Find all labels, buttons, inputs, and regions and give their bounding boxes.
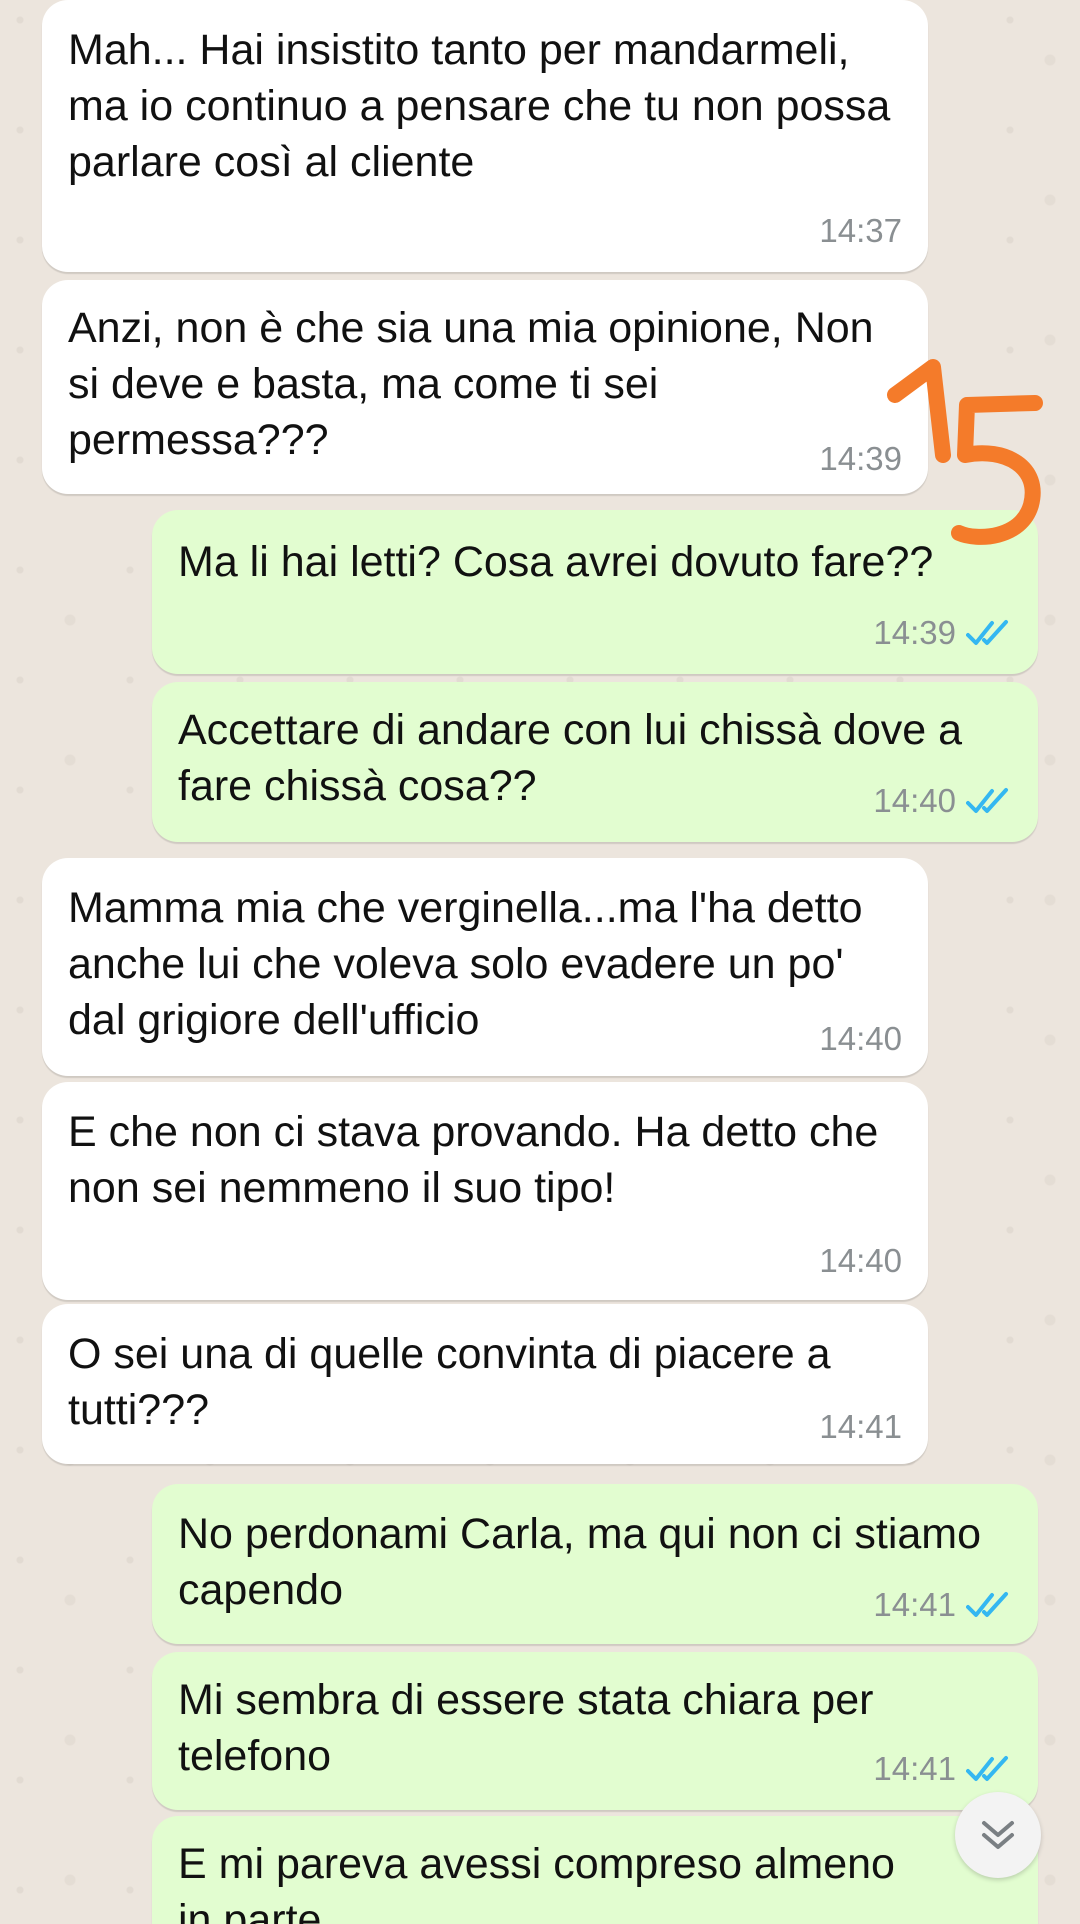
message-meta: 14:41 — [819, 1408, 902, 1446]
message-time: 14:40 — [819, 1020, 902, 1057]
message-text: Mamma mia che verginella...ma l'ha detto… — [68, 884, 863, 1044]
scroll-to-bottom-button[interactable] — [955, 1792, 1041, 1878]
handwritten-number-annotation — [887, 359, 1043, 545]
message-meta: 14:41 — [873, 1750, 1012, 1788]
message-text: E che non ci stava provando. Ha detto ch… — [68, 1108, 879, 1212]
message-bubble-outgoing[interactable]: E mi pareva avessi compreso almeno in pa… — [152, 1816, 1038, 1924]
double-check-icon — [966, 788, 1008, 813]
message-meta: 14:40 — [873, 782, 1012, 820]
message-time: 14:41 — [873, 1750, 956, 1787]
message-meta: 14:40 — [819, 1242, 902, 1280]
message-meta: 14:37 — [819, 212, 902, 250]
message-text: Anzi, non è che sia una mia opinione, No… — [68, 304, 874, 464]
message-bubble-incoming[interactable]: Mamma mia che verginella...ma l'ha detto… — [42, 858, 928, 1076]
message-bubble-outgoing[interactable]: No perdonami Carla, ma qui non ci stiamo… — [152, 1484, 1038, 1644]
message-time: 14:41 — [873, 1586, 956, 1623]
message-bubble-incoming[interactable]: O sei una di quelle convinta di piacere … — [42, 1304, 928, 1464]
double-check-icon — [966, 1592, 1008, 1617]
message-time: 14:37 — [819, 212, 902, 249]
message-time: 14:40 — [873, 782, 956, 819]
message-text: Mah... Hai insistito tanto per mandarmel… — [68, 26, 891, 186]
message-bubble-incoming[interactable]: E che non ci stava provando. Ha detto ch… — [42, 1082, 928, 1300]
message-bubble-outgoing[interactable]: Mi sembra di essere stata chiara per tel… — [152, 1652, 1038, 1810]
message-meta: 14:41 — [873, 1586, 1012, 1624]
message-time: 14:39 — [873, 614, 956, 651]
message-bubble-incoming[interactable]: Anzi, non è che sia una mia opinione, No… — [42, 280, 928, 494]
message-time: 14:41 — [819, 1408, 902, 1445]
double-check-icon — [966, 620, 1008, 645]
message-text: E mi pareva avessi compreso almeno in pa… — [178, 1840, 895, 1924]
double-chevron-down-icon — [982, 1821, 1014, 1849]
double-check-icon — [966, 1756, 1008, 1781]
message-time: 14:40 — [819, 1242, 902, 1279]
message-bubble-incoming[interactable]: Mah... Hai insistito tanto per mandarmel… — [42, 0, 928, 272]
message-text: O sei una di quelle convinta di piacere … — [68, 1330, 831, 1434]
message-meta: 14:40 — [819, 1020, 902, 1058]
message-bubble-outgoing[interactable]: Accettare di andare con lui chissà dove … — [152, 682, 1038, 842]
message-meta: 14:39 — [873, 614, 1012, 652]
